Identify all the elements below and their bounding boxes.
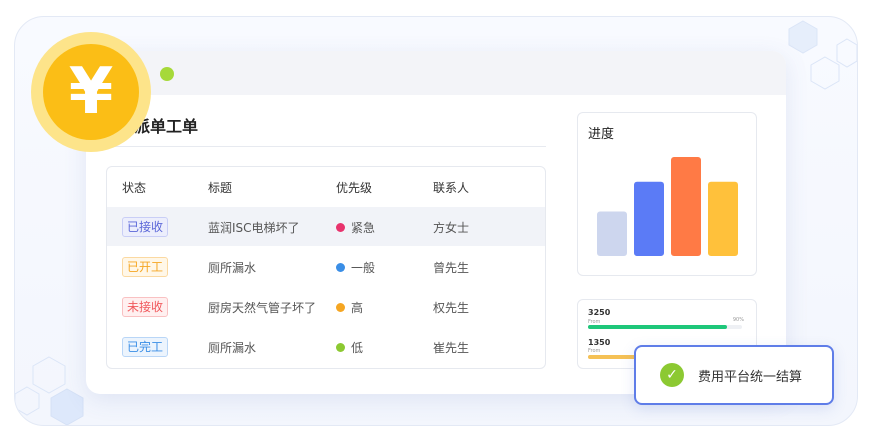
table-row[interactable]: 已接收 蓝润ISC电梯坏了 紧急 方女士 xyxy=(107,207,545,246)
priority-label: 一般 xyxy=(351,261,376,275)
progress-bar xyxy=(634,181,664,256)
row-title: 厕所漏水 xyxy=(208,261,257,275)
work-order-table: 状态 标题 优先级 联系人 已接收 蓝润ISC电梯坏了 紧急 方女士 已开工 厕… xyxy=(106,166,546,369)
priority-dot-icon xyxy=(336,263,345,272)
column-header-priority: 优先级 xyxy=(336,181,373,195)
priority-dot-icon xyxy=(336,223,345,232)
coin-symbol: ¥ xyxy=(69,55,114,129)
row-title: 厨房天然气管子坏了 xyxy=(208,301,317,315)
status-badge: 已完工 xyxy=(122,337,169,357)
row-contact: 方女士 xyxy=(433,221,470,235)
check-icon: ✓ xyxy=(660,363,684,387)
stat-from-label: From xyxy=(588,348,601,354)
row-title: 厕所漏水 xyxy=(208,341,257,355)
column-header-title: 标题 xyxy=(208,181,233,195)
section-divider xyxy=(106,146,546,147)
priority-cell: 高 xyxy=(336,299,363,316)
stat-value: 1350 xyxy=(588,338,611,347)
table-row[interactable]: 已开工 厕所漏水 一般 曾先生 xyxy=(107,247,545,286)
window-titlebar xyxy=(86,51,786,95)
priority-label: 低 xyxy=(351,341,364,355)
window-status-dot xyxy=(160,67,174,81)
row-contact: 曾先生 xyxy=(433,261,470,275)
progress-bar xyxy=(708,181,738,256)
column-header-contact: 联系人 xyxy=(433,181,470,195)
status-badge: 已接收 xyxy=(122,217,169,237)
stat-percent: 90% xyxy=(732,317,744,323)
table-row[interactable]: 未接收 厨房天然气管子坏了 高 权先生 xyxy=(107,287,545,326)
table-row[interactable]: 已完工 厕所漏水 低 崔先生 xyxy=(107,327,545,366)
priority-cell: 一般 xyxy=(336,259,375,276)
status-badge: 已开工 xyxy=(122,257,169,277)
priority-cell: 低 xyxy=(336,339,363,356)
priority-dot-icon xyxy=(336,343,345,352)
progress-card: 进度 xyxy=(577,112,757,276)
priority-cell: 紧急 xyxy=(336,219,375,236)
progress-bar-chart xyxy=(597,157,738,256)
toast-message: 费用平台统一结算 xyxy=(698,370,803,385)
row-contact: 崔先生 xyxy=(433,341,470,355)
priority-label: 高 xyxy=(351,301,364,315)
stat-value: 3250 xyxy=(588,308,611,317)
stat-progress-fill xyxy=(588,325,727,329)
yuan-coin-icon: ¥ xyxy=(31,32,151,152)
row-title: 蓝润ISC电梯坏了 xyxy=(208,221,300,235)
settlement-toast: ✓ 费用平台统一结算 xyxy=(634,345,834,405)
column-header-status: 状态 xyxy=(122,181,147,195)
progress-bar xyxy=(597,211,627,256)
priority-dot-icon xyxy=(336,303,345,312)
priority-label: 紧急 xyxy=(351,221,376,235)
row-contact: 权先生 xyxy=(433,301,470,315)
stat-progress-track xyxy=(588,325,742,329)
progress-bar xyxy=(671,157,701,256)
status-badge: 未接收 xyxy=(122,297,169,317)
